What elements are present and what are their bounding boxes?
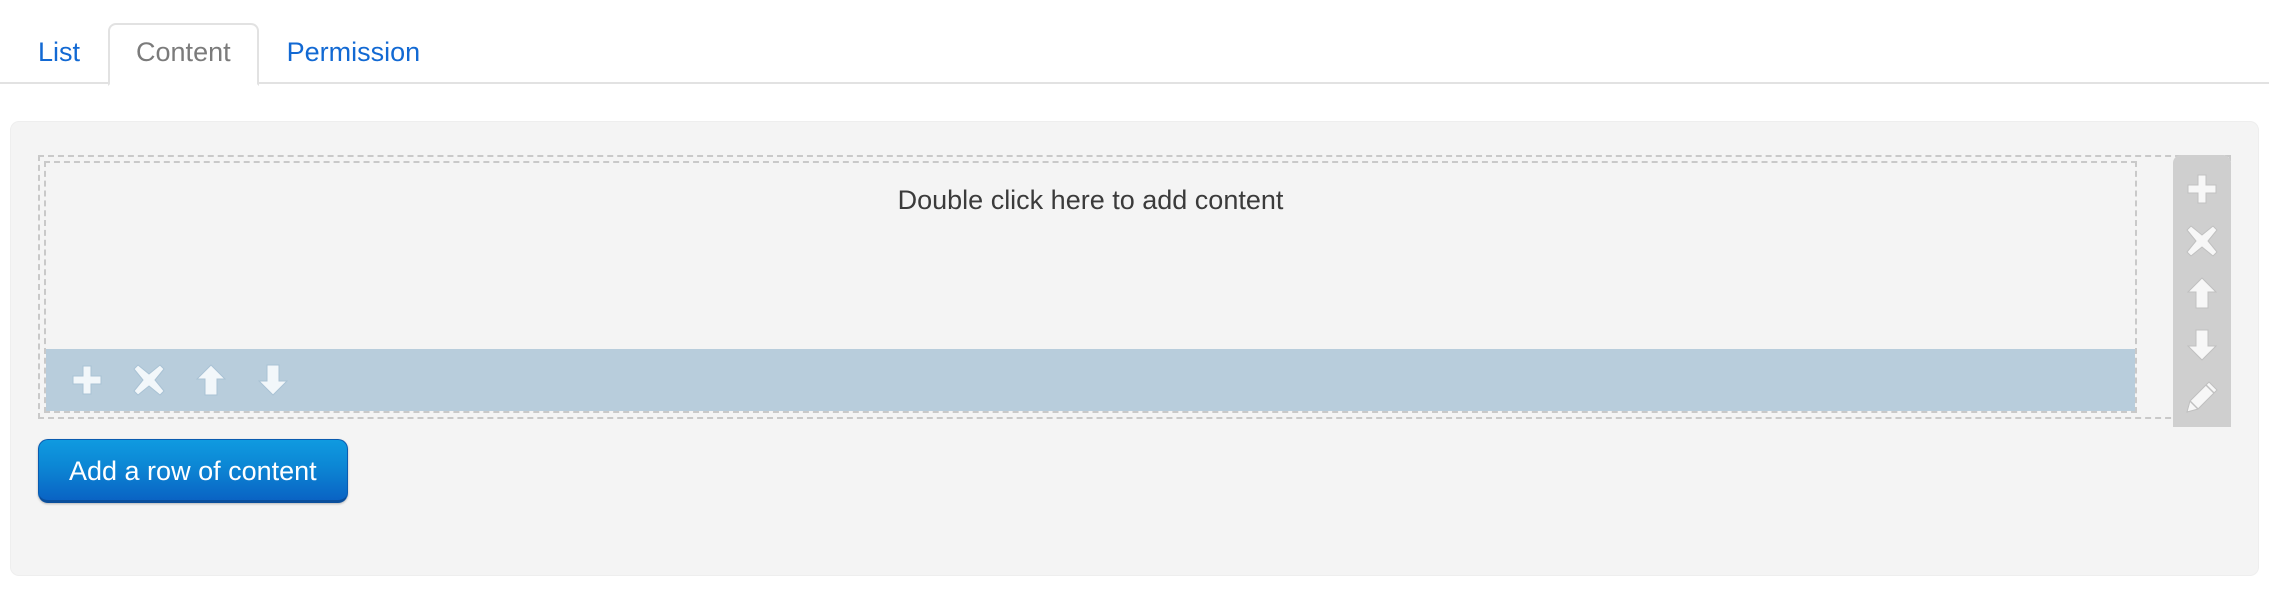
tab-bar: List Content Permission xyxy=(0,0,2269,86)
row-toolbar xyxy=(46,349,2135,411)
block-delete-button[interactable] xyxy=(2178,217,2226,265)
row-delete-button[interactable] xyxy=(126,357,172,403)
block-move-up-button[interactable] xyxy=(2178,269,2226,317)
row-move-up-button[interactable] xyxy=(188,357,234,403)
row-add-button[interactable] xyxy=(64,357,110,403)
close-icon xyxy=(2185,224,2219,258)
content-row-block[interactable]: Double click here to add content xyxy=(44,161,2137,413)
block-add-button[interactable] xyxy=(2178,165,2226,213)
content-editor-panel: Double click here to add content Add a r… xyxy=(10,121,2259,576)
plus-icon xyxy=(70,363,104,397)
content-placeholder-text: Double click here to add content xyxy=(897,185,1284,215)
arrow-down-icon xyxy=(2185,328,2219,362)
content-drop-area[interactable]: Double click here to add content xyxy=(46,163,2135,349)
tab-content[interactable]: Content xyxy=(108,23,259,86)
tab-permission[interactable]: Permission xyxy=(259,23,449,84)
arrow-up-icon xyxy=(2185,276,2219,310)
pencil-icon xyxy=(2185,380,2219,414)
arrow-up-icon xyxy=(194,363,228,397)
row-move-down-button[interactable] xyxy=(250,357,296,403)
block-edit-button[interactable] xyxy=(2178,373,2226,421)
arrow-down-icon xyxy=(256,363,290,397)
tab-list[interactable]: List xyxy=(10,23,108,84)
block-move-down-button[interactable] xyxy=(2178,321,2226,369)
close-icon xyxy=(132,363,166,397)
rows-container: Double click here to add content xyxy=(38,155,2231,427)
plus-icon xyxy=(2185,172,2219,206)
add-row-of-content-button[interactable]: Add a row of content xyxy=(38,439,348,503)
block-side-toolbar xyxy=(2173,155,2231,427)
